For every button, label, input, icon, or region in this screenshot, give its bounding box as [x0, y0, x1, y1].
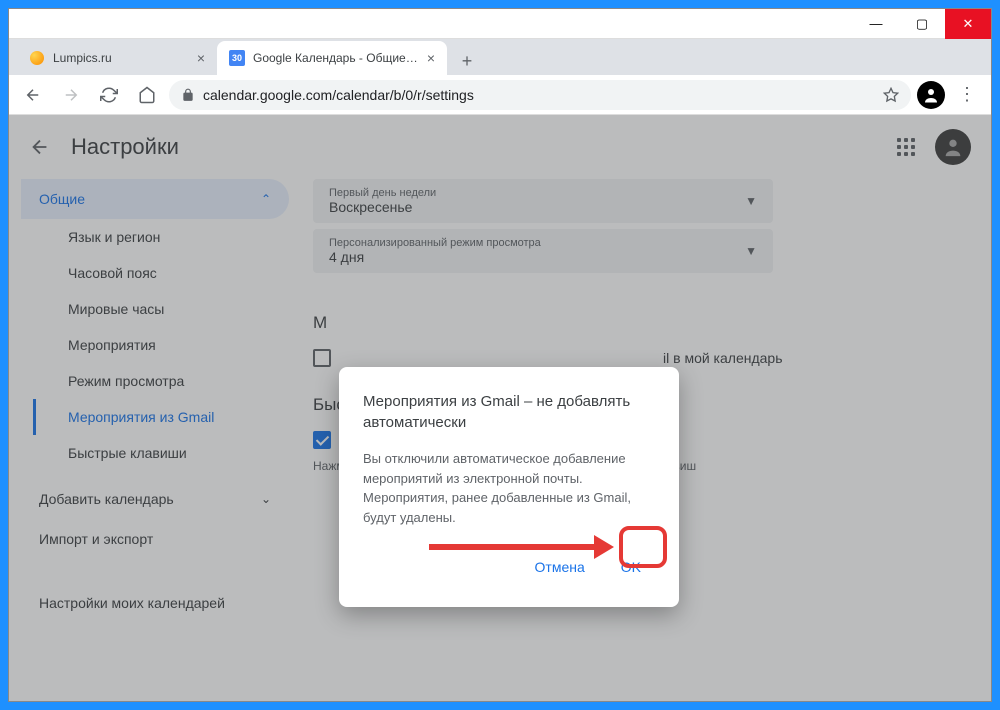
nav-forward-button[interactable]	[55, 79, 87, 111]
lock-icon	[181, 88, 195, 102]
cancel-button[interactable]: Отмена	[521, 551, 599, 583]
window-maximize-button[interactable]: ▢	[899, 9, 945, 39]
window-minimize-button[interactable]: —	[853, 9, 899, 39]
favicon-icon	[29, 50, 45, 66]
browser-tab-active[interactable]: 30 Google Календарь - Общие нас ×	[217, 41, 447, 75]
tab-title: Lumpics.ru	[53, 51, 189, 65]
page-content: Настройки Общие ⌃ Язык и регион Часовой …	[9, 115, 991, 701]
browser-window: — ▢ ✕ Lumpics.ru × 30 Google Календарь -…	[8, 8, 992, 702]
address-bar[interactable]: calendar.google.com/calendar/b/0/r/setti…	[169, 80, 911, 110]
profile-avatar[interactable]	[917, 81, 945, 109]
confirm-dialog: Мероприятия из Gmail – не добавлять авто…	[339, 367, 679, 607]
browser-tabstrip: Lumpics.ru × 30 Google Календарь - Общие…	[9, 39, 991, 75]
window-close-button[interactable]: ✕	[945, 9, 991, 39]
new-tab-button[interactable]: +	[453, 47, 481, 75]
nav-back-button[interactable]	[17, 79, 49, 111]
favicon-icon: 30	[229, 50, 245, 66]
nav-reload-button[interactable]	[93, 79, 125, 111]
url-text: calendar.google.com/calendar/b/0/r/setti…	[203, 87, 875, 103]
browser-menu-button[interactable]: ⋮	[951, 84, 983, 105]
browser-toolbar: calendar.google.com/calendar/b/0/r/setti…	[9, 75, 991, 115]
nav-home-button[interactable]	[131, 79, 163, 111]
dialog-actions: Отмена OK	[363, 551, 655, 583]
bookmark-star-icon[interactable]	[883, 87, 899, 103]
dialog-title: Мероприятия из Gmail – не добавлять авто…	[363, 391, 655, 433]
tab-title: Google Календарь - Общие нас	[253, 51, 419, 65]
tab-close-icon[interactable]: ×	[427, 50, 435, 66]
tab-close-icon[interactable]: ×	[197, 50, 205, 66]
dialog-body: Вы отключили автоматическое добавление м…	[363, 449, 655, 527]
window-titlebar: — ▢ ✕	[9, 9, 991, 39]
browser-tab[interactable]: Lumpics.ru ×	[17, 41, 217, 75]
ok-button[interactable]: OK	[607, 551, 655, 583]
